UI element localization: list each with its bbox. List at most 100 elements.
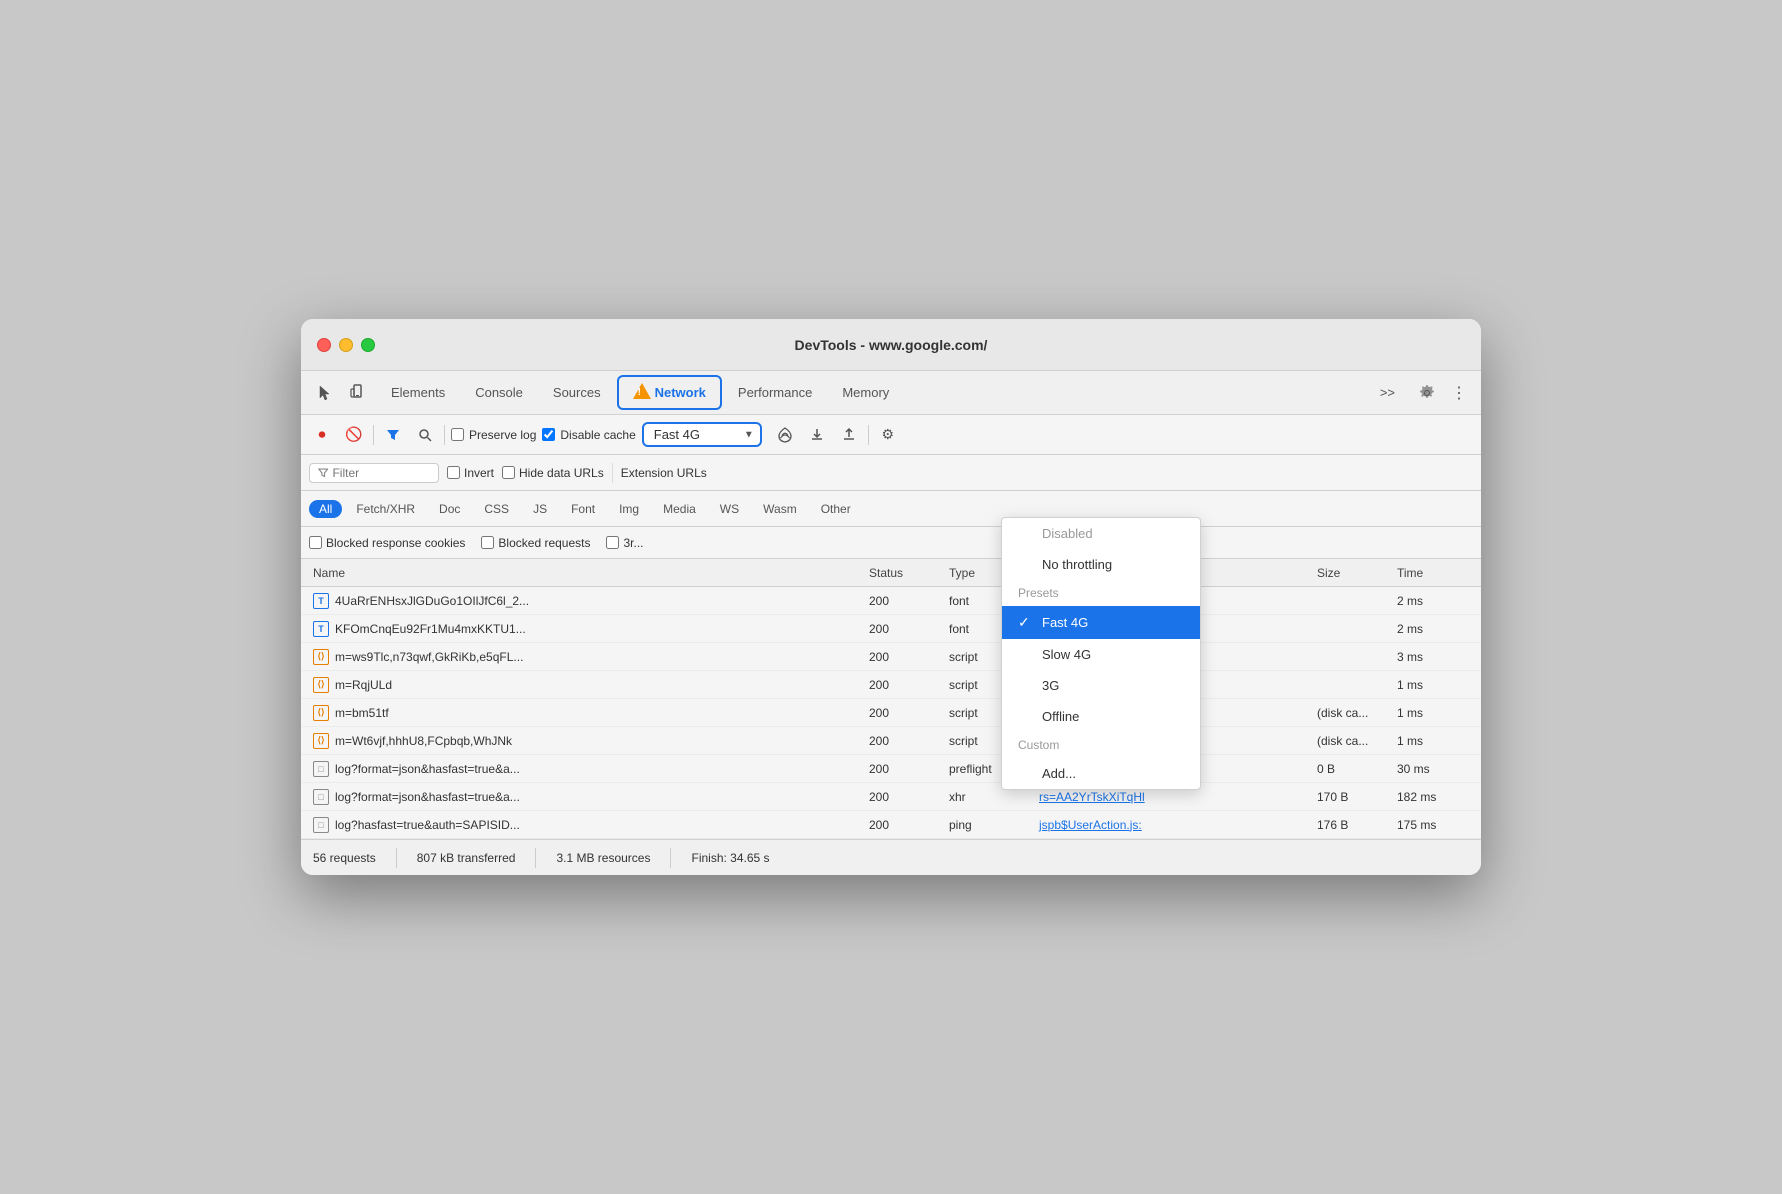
row-status: 200 <box>865 706 945 720</box>
row-name: ⟨⟩ m=bm51tf <box>309 705 865 721</box>
row-time: 1 ms <box>1393 706 1473 720</box>
pill-ws[interactable]: WS <box>710 500 749 518</box>
filter-input-wrap <box>309 463 439 483</box>
blocked-response-cookies-checkbox[interactable] <box>309 536 322 549</box>
blocked-requests-label[interactable]: Blocked requests <box>481 536 590 550</box>
table-row[interactable]: ⟨⟩ m=RqjULd 200 script 58 (disk ca... 1 … <box>301 671 1481 699</box>
filter-button[interactable] <box>380 422 406 448</box>
third-party-label[interactable]: 3r... <box>606 536 643 550</box>
dropdown-item-offline[interactable]: Offline <box>1002 701 1200 732</box>
row-name: ⟨⟩ m=Wt6vjf,hhhU8,FCpbqb,WhJNk <box>309 733 865 749</box>
table-row[interactable]: ⟨⟩ m=Wt6vjf,hhhU8,FCpbqb,WhJNk 200 scrip… <box>301 727 1481 755</box>
search-button[interactable] <box>412 422 438 448</box>
row-size: 170 B <box>1313 790 1393 804</box>
tab-performance[interactable]: Performance <box>724 379 826 406</box>
table-row[interactable]: □ log?hasfast=true&auth=SAPISID... 200 p… <box>301 811 1481 839</box>
throttle-select[interactable]: Fast 4G No throttling Slow 4G 3G Offline <box>642 422 762 447</box>
tab-network[interactable]: Network <box>617 375 722 410</box>
window-title: DevTools - www.google.com/ <box>795 337 988 353</box>
pill-font[interactable]: Font <box>561 500 605 518</box>
hide-data-checkbox[interactable] <box>502 466 515 479</box>
pill-other[interactable]: Other <box>811 500 861 518</box>
tab-elements[interactable]: Elements <box>377 379 459 406</box>
disable-cache-label[interactable]: Disable cache <box>542 428 635 442</box>
table-row[interactable]: □ log?format=json&hasfast=true&a... 200 … <box>301 755 1481 783</box>
doc-icon: □ <box>313 789 329 805</box>
pill-all[interactable]: All <box>309 500 342 518</box>
cursor-tool-button[interactable] <box>309 377 341 409</box>
dropdown-item-no-throttling[interactable]: No throttling <box>1002 549 1200 580</box>
pill-wasm[interactable]: Wasm <box>753 500 807 518</box>
throttle-select-wrapper: Fast 4G No throttling Slow 4G 3G Offline… <box>642 422 762 447</box>
preflight-icon: □ <box>313 761 329 777</box>
dropdown-item-slow4g[interactable]: Slow 4G <box>1002 639 1200 670</box>
filter-input[interactable] <box>332 466 430 480</box>
network-warning-icon <box>633 383 651 402</box>
invert-label[interactable]: Invert <box>447 466 494 480</box>
record-button[interactable]: ⏺ <box>309 422 335 448</box>
network-toolbar: ⏺ 🚫 Preserve log Disable cache Fast 4G <box>301 415 1481 455</box>
dropdown-section-custom: Custom <box>1002 732 1200 758</box>
tab-memory[interactable]: Memory <box>828 379 903 406</box>
resources-size: 3.1 MB resources <box>556 851 650 865</box>
row-time: 182 ms <box>1393 790 1473 804</box>
row-time: 175 ms <box>1393 818 1473 832</box>
table-row[interactable]: ⟨⟩ m=ws9Tlc,n73qwf,GkRiKb,e5qFL... 200 s… <box>301 643 1481 671</box>
tab-more[interactable]: >> <box>1366 379 1409 406</box>
pill-media[interactable]: Media <box>653 500 706 518</box>
tabbar: Elements Console Sources Network Perform… <box>301 371 1481 415</box>
pill-fetch-xhr[interactable]: Fetch/XHR <box>346 500 425 518</box>
row-size: (disk ca... <box>1313 734 1393 748</box>
header-time: Time <box>1393 566 1473 580</box>
import-har-button[interactable] <box>836 422 862 448</box>
throttle-dropdown: Disabled No throttling Presets ✓ Fast 4G… <box>1001 517 1201 790</box>
table-row[interactable]: T 4UaRrENHsxJlGDuGo1OIlJfC6l_2... 200 fo… <box>301 587 1481 615</box>
dropdown-item-disabled: Disabled <box>1002 518 1200 549</box>
tab-sources[interactable]: Sources <box>539 379 615 406</box>
more-options-button[interactable]: ⋮ <box>1445 379 1473 407</box>
invert-checkbox[interactable] <box>447 466 460 479</box>
row-size: (disk ca... <box>1313 706 1393 720</box>
pill-css[interactable]: CSS <box>474 500 519 518</box>
preserve-log-label[interactable]: Preserve log <box>451 428 536 442</box>
toolbar-right-icons: ⚙ <box>772 422 901 448</box>
row-time: 1 ms <box>1393 678 1473 692</box>
network-conditions-button[interactable] <box>772 422 798 448</box>
row-name: □ log?format=json&hasfast=true&a... <box>309 789 865 805</box>
pill-img[interactable]: Img <box>609 500 649 518</box>
pill-doc[interactable]: Doc <box>429 500 470 518</box>
dropdown-item-fast4g[interactable]: ✓ Fast 4G <box>1002 606 1200 639</box>
minimize-button[interactable] <box>339 338 353 352</box>
table-row[interactable]: □ log?format=json&hasfast=true&a... 200 … <box>301 783 1481 811</box>
row-status: 200 <box>865 762 945 776</box>
preserve-log-checkbox[interactable] <box>451 428 464 441</box>
row-size: 0 B <box>1313 762 1393 776</box>
third-party-checkbox[interactable] <box>606 536 619 549</box>
row-time: 30 ms <box>1393 762 1473 776</box>
table-row[interactable]: T KFOmCnqEu92Fr1Mu4mxKKTU1... 200 font n… <box>301 615 1481 643</box>
export-har-button[interactable] <box>804 422 830 448</box>
pill-js[interactable]: JS <box>523 500 557 518</box>
hide-data-label[interactable]: Hide data URLs <box>502 466 604 480</box>
disable-cache-checkbox[interactable] <box>542 428 555 441</box>
settings-button[interactable] <box>1413 379 1441 407</box>
extension-url-text: Extension URLs <box>621 466 707 480</box>
network-settings-button[interactable]: ⚙ <box>875 422 901 448</box>
row-initiator: rs=AA2YrTskXiTqHl <box>1035 790 1313 804</box>
device-toolbar-button[interactable] <box>343 377 375 409</box>
blocked-bar: Blocked response cookies Blocked request… <box>301 527 1481 559</box>
script-icon: ⟨⟩ <box>313 677 329 693</box>
blocked-requests-checkbox[interactable] <box>481 536 494 549</box>
row-name: □ log?hasfast=true&auth=SAPISID... <box>309 817 865 833</box>
tab-right-actions: >> ⋮ <box>1366 379 1473 407</box>
row-status: 200 <box>865 818 945 832</box>
tab-console[interactable]: Console <box>461 379 537 406</box>
clear-button[interactable]: 🚫 <box>341 422 367 448</box>
type-filter-bar: All Fetch/XHR Doc CSS JS Font Img Media … <box>301 491 1481 527</box>
maximize-button[interactable] <box>361 338 375 352</box>
blocked-response-cookies-label[interactable]: Blocked response cookies <box>309 536 465 550</box>
close-button[interactable] <box>317 338 331 352</box>
dropdown-item-3g[interactable]: 3G <box>1002 670 1200 701</box>
table-row[interactable]: ⟨⟩ m=bm51tf 200 script moduleloader.js:5… <box>301 699 1481 727</box>
dropdown-item-add[interactable]: Add... <box>1002 758 1200 789</box>
